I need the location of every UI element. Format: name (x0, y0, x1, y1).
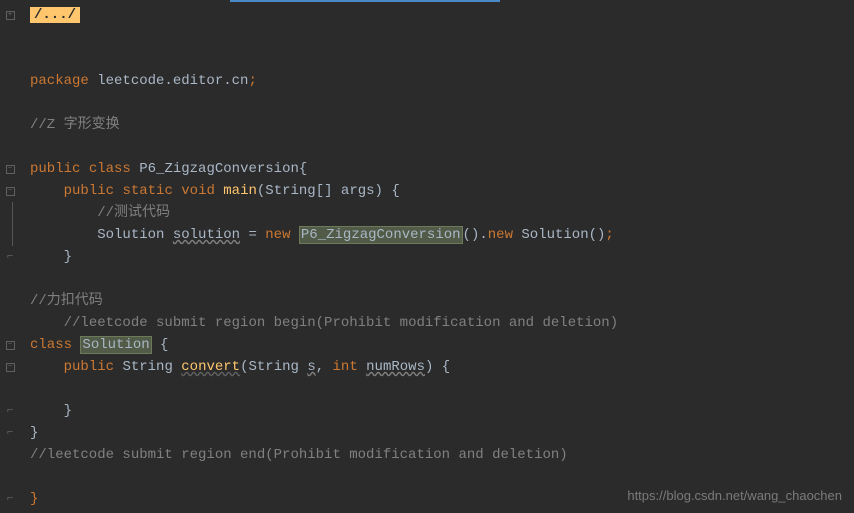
paren: () (589, 227, 606, 243)
keyword-new: new (265, 227, 290, 243)
brace-close-line: } (26, 246, 854, 268)
code-content[interactable]: /.../ package leetcode.editor.cn; //Z 字形… (20, 0, 854, 513)
fold-minus-icon[interactable]: − (6, 341, 15, 350)
class-highlight: Solution (80, 336, 151, 354)
paren-close: ) (375, 183, 383, 199)
param-name: s (307, 359, 315, 375)
comment-line: //leetcode submit region end(Prohibit mo… (26, 444, 854, 466)
brace-open: { (160, 337, 168, 353)
package-name: leetcode.editor.cn (97, 73, 248, 89)
comment-text: //leetcode submit region end(Prohibit mo… (30, 447, 568, 463)
brace-close: } (64, 403, 72, 419)
fold-marker[interactable]: /.../ (30, 7, 80, 23)
constructor-highlight: P6_ZigzagConversion (299, 226, 463, 244)
brace-close: } (64, 249, 72, 265)
brace-open: { (442, 359, 450, 375)
fold-end-icon[interactable]: ⌐ (7, 488, 14, 510)
keyword-static: static (122, 183, 172, 199)
fold-end-icon[interactable]: ⌐ (7, 246, 14, 268)
comment-text: //leetcode submit region begin(Prohibit … (64, 315, 619, 331)
blank-line (26, 26, 854, 48)
comment-text: //力扣代码 (30, 293, 103, 309)
param-type: String[] (265, 183, 332, 199)
keyword-void: void (181, 183, 215, 199)
brace-close-line: } (26, 422, 854, 444)
brace-close: } (30, 425, 38, 441)
comment-line: //测试代码 (26, 202, 854, 224)
brace-open: { (391, 183, 399, 199)
folded-line[interactable]: /.../ (26, 4, 854, 26)
semicolon: ; (248, 73, 256, 89)
var-type: Solution (97, 227, 164, 243)
comment-line: //力扣代码 (26, 290, 854, 312)
keyword-class: class (89, 161, 131, 177)
code-editor[interactable]: + − − ⌐ − − ⌐ ⌐ ⌐ /.../ package leetcode… (0, 0, 854, 513)
param-name: numRows (366, 359, 425, 375)
convert-decl-line: public String convert(String s, int numR… (26, 356, 854, 378)
paren-close: ) (425, 359, 433, 375)
solution-decl-line: Solution solution = new P6_ZigzagConvers… (26, 224, 854, 246)
blank-line (26, 48, 854, 70)
brace-close-line: } (26, 400, 854, 422)
comment-line: //Z 字形变换 (26, 114, 854, 136)
method-name: main (223, 183, 257, 199)
comment-text: //测试代码 (97, 205, 170, 221)
keyword-int: int (333, 359, 358, 375)
keyword-class: class (30, 337, 72, 353)
brace-open: { (299, 161, 307, 177)
keyword-public: public (64, 359, 114, 375)
gutter: + − − ⌐ − − ⌐ ⌐ ⌐ (0, 0, 20, 513)
equals-op: = (248, 227, 256, 243)
keyword-public: public (64, 183, 114, 199)
inner-class: Solution (521, 227, 588, 243)
dot: . (479, 227, 487, 243)
keyword-new: new (488, 227, 513, 243)
fold-plus-icon[interactable]: + (6, 11, 15, 20)
fold-minus-icon[interactable]: − (6, 363, 15, 372)
comment-line: //leetcode submit region begin(Prohibit … (26, 312, 854, 334)
semicolon: ; (605, 227, 613, 243)
class-decl-line: public class P6_ZigzagConversion{ (26, 158, 854, 180)
param-type: String (248, 359, 298, 375)
paren: () (463, 227, 480, 243)
comma: , (316, 359, 324, 375)
inner-class-line: class Solution { (26, 334, 854, 356)
class-name: P6_ZigzagConversion (139, 161, 299, 177)
method-name: convert (181, 359, 240, 375)
var-name: solution (173, 227, 240, 243)
blank-line (26, 136, 854, 158)
fold-end-icon[interactable]: ⌐ (7, 422, 14, 444)
return-type: String (122, 359, 172, 375)
watermark-text: https://blog.csdn.net/wang_chaochen (627, 485, 842, 507)
blank-line (26, 378, 854, 400)
main-decl-line: public static void main(String[] args) { (26, 180, 854, 202)
blank-line (26, 268, 854, 290)
brace-close: } (30, 491, 38, 507)
blank-line (26, 92, 854, 114)
param-name: args (341, 183, 375, 199)
fold-end-icon[interactable]: ⌐ (7, 400, 14, 422)
fold-minus-icon[interactable]: − (6, 187, 15, 196)
fold-minus-icon[interactable]: − (6, 165, 15, 174)
comment-text: //Z 字形变换 (30, 117, 120, 133)
keyword-package: package (30, 73, 89, 89)
package-line: package leetcode.editor.cn; (26, 70, 854, 92)
keyword-public: public (30, 161, 80, 177)
